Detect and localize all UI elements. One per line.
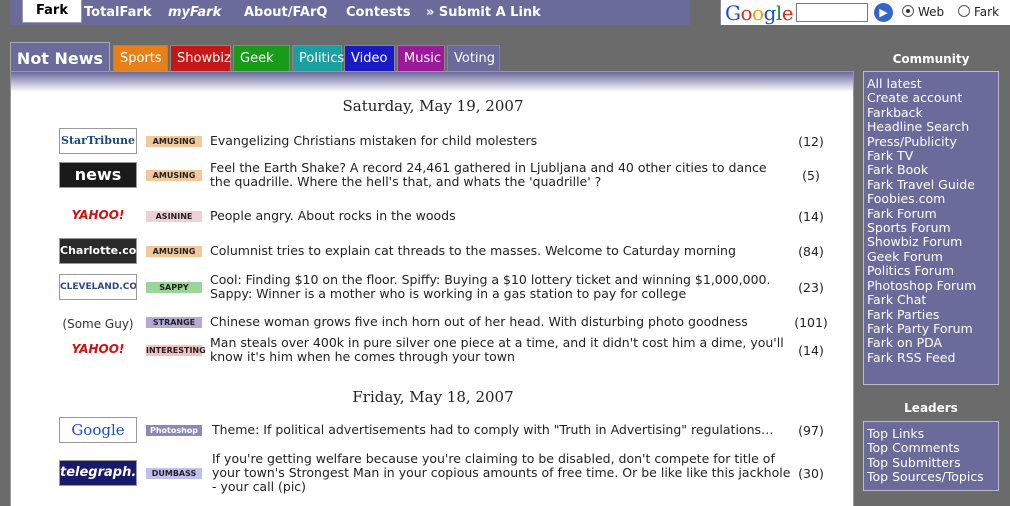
sidebar-link-politics-forum[interactable]: Politics Forum <box>867 263 995 278</box>
sidebar-link-create-account[interactable]: Create account <box>867 90 995 105</box>
date-heading: Friday, May 18, 2007 <box>352 388 514 406</box>
sidebar-link-fark-tv[interactable]: Fark TV <box>867 148 995 163</box>
sidebar-link-foobies-com[interactable]: Foobies.com <box>867 191 995 206</box>
nav-submit-link[interactable]: » Submit A Link <box>426 5 541 20</box>
sidebar-link-headline-search[interactable]: Headline Search <box>867 119 995 134</box>
date-heading: Saturday, May 19, 2007 <box>342 97 524 115</box>
source-logo[interactable]: Charlotte.com <box>59 238 137 264</box>
sidebar-link-fark-rss-feed[interactable]: Fark RSS Feed <box>867 350 995 365</box>
sidebar-link-farkback[interactable]: Farkback <box>867 105 995 120</box>
headline-link[interactable]: Cool: Finding $10 on the floor. Spiffy: … <box>210 273 790 301</box>
source-logo[interactable]: YAHOO! NEWS <box>59 337 137 363</box>
comment-count[interactable]: (12) <box>791 134 831 149</box>
radio-web-label: Web <box>918 5 945 19</box>
sidebar-link-fark-parties[interactable]: Fark Parties <box>867 307 995 322</box>
sidebar-link-sports-forum[interactable]: Sports Forum <box>867 220 995 235</box>
sidebar-link-fark-book[interactable]: Fark Book <box>867 163 995 178</box>
headline-link[interactable]: Chinese woman grows five inch horn out o… <box>210 315 790 329</box>
tag-interesting[interactable]: INTERESTING <box>146 344 206 356</box>
headline-row: news AMUSING Feel the Earth Shake? A recor… <box>11 161 855 189</box>
comment-count[interactable]: (23) <box>791 280 831 295</box>
sidebar-link-fark-party-forum[interactable]: Fark Party Forum <box>867 321 995 336</box>
nav-contests[interactable]: Contests <box>346 5 410 20</box>
sidebar-link-all-latest[interactable]: All latest <box>867 76 995 91</box>
sidebar-link-showbiz-forum[interactable]: Showbiz Forum <box>867 235 995 250</box>
radio-fark-label: Fark <box>974 5 1000 19</box>
headline-link[interactable]: If you're getting welfare because you're… <box>212 452 792 494</box>
headline-row: StarTribune AMUSING Evangelizing Christian… <box>11 128 855 154</box>
comment-count[interactable]: (5) <box>791 168 831 183</box>
sidebar-link-top-links[interactable]: Top Links <box>867 426 995 441</box>
headline-link[interactable]: Theme: If political advertisements had t… <box>212 423 792 437</box>
headline-link[interactable]: Columnist tries to explain cat threads t… <box>210 244 790 258</box>
source-logo[interactable]: (Some Guy) <box>59 312 137 338</box>
comment-count[interactable]: (14) <box>791 343 831 358</box>
comment-count[interactable]: (97) <box>791 423 831 438</box>
tab-showbiz[interactable]: Showbiz <box>170 45 231 72</box>
leaders-title: Leaders <box>904 401 958 415</box>
sidebar-link-photoshop-forum[interactable]: Photoshop Forum <box>867 278 995 293</box>
nav-myfark[interactable]: myFark <box>168 5 221 20</box>
comment-count[interactable]: (14) <box>791 209 831 224</box>
source-logo[interactable]: Google <box>59 417 137 443</box>
headline-link[interactable]: People angry. About rocks in the woods <box>210 209 790 223</box>
headline-row: YAHOO! NEWS ASININE People angry. About ro… <box>11 203 855 229</box>
tag-asinine[interactable]: ASININE <box>146 210 202 222</box>
headline-row: CLEVELAND.COM SAPPY Cool: Finding $10 on t… <box>11 273 855 301</box>
google-search-input[interactable] <box>796 3 868 22</box>
tab-not-news[interactable]: Not News <box>10 42 110 72</box>
sidebar-link-fark-forum[interactable]: Fark Forum <box>867 206 995 221</box>
sidebar-link-geek-forum[interactable]: Geek Forum <box>867 249 995 264</box>
tab-sports[interactable]: Sports <box>113 45 168 72</box>
source-logo[interactable]: YAHOO! NEWS <box>59 203 137 229</box>
radio-web[interactable] <box>902 5 914 17</box>
nav-fark[interactable]: Fark <box>22 0 82 23</box>
headline-link[interactable]: Man steals over 400k in pure silver one … <box>210 336 790 364</box>
tag-sappy[interactable]: SAPPY <box>146 281 202 293</box>
top-nav: Fark TotalFark myFark About/FArQ Contest… <box>10 0 690 25</box>
source-logo[interactable]: news <box>59 162 137 188</box>
sidebar-link-fark-on-pda[interactable]: Fark on PDA <box>867 335 995 350</box>
tag-amusing[interactable]: AMUSING <box>146 169 202 181</box>
nav-about-farq[interactable]: About/FArQ <box>244 5 327 20</box>
headline-link[interactable]: Evangelizing Christians mistaken for chi… <box>210 134 790 148</box>
headline-row: (Some Guy) STRANGE Chinese woman grows fiv… <box>11 312 855 332</box>
sidebar-link-top-sources-topics[interactable]: Top Sources/Topics <box>867 469 995 484</box>
radio-fark[interactable] <box>958 5 970 17</box>
arrow-right-icon[interactable]: ▶ <box>874 3 893 22</box>
google-search-box: Google ▶ Web Fark <box>720 0 1010 25</box>
headline-row: YAHOO! NEWS INTERESTING Man steals over 40… <box>11 336 855 364</box>
tag-photoshop[interactable]: Photoshop <box>146 424 202 436</box>
source-logo[interactable]: StarTribune <box>59 128 137 154</box>
comment-count[interactable]: (101) <box>791 315 831 330</box>
source-logo[interactable]: telegraph.co.uk <box>59 460 137 486</box>
tab-politics[interactable]: Politics <box>292 45 344 72</box>
comment-count[interactable]: (84) <box>791 244 831 259</box>
headline-row: Charlotte.com AMUSING Columnist tries to e… <box>11 238 855 264</box>
tag-strange[interactable]: STRANGE <box>146 316 202 328</box>
headline-row: telegraph.co.uk DUMBASS If you're getting … <box>11 452 855 494</box>
google-logo: Google <box>725 1 794 25</box>
source-logo[interactable]: CLEVELAND.COM <box>59 274 137 300</box>
main-content: Saturday, May 19, 2007 StarTribune AMUSING… <box>10 71 854 506</box>
tag-amusing[interactable]: AMUSING <box>146 135 202 147</box>
sidebar-link-top-submitters[interactable]: Top Submitters <box>867 455 995 470</box>
leaders-links: Top Links Top Comments Top Submitters Top S… <box>863 421 999 491</box>
tab-geek[interactable]: Geek <box>233 45 290 72</box>
tab-voting[interactable]: Voting <box>447 45 500 72</box>
community-links: All latest Create account Farkback Headline… <box>863 71 999 385</box>
nav-totalfark[interactable]: TotalFark <box>84 5 151 20</box>
tag-dumbass[interactable]: DUMBASS <box>146 467 202 479</box>
sidebar-link-fark-chat[interactable]: Fark Chat <box>867 292 995 307</box>
sidebar-link-top-comments[interactable]: Top Comments <box>867 440 995 455</box>
sidebar-link-fark-travel-guide[interactable]: Fark Travel Guide <box>867 177 995 192</box>
comment-count[interactable]: (30) <box>791 466 831 481</box>
sidebar-link-press-publicity[interactable]: Press/Publicity <box>867 134 995 149</box>
community-title: Community <box>892 52 970 66</box>
tab-video[interactable]: Video <box>344 45 395 72</box>
headline-link[interactable]: Feel the Earth Shake? A record 24,461 ga… <box>210 161 790 189</box>
headline-row: Google Photoshop Theme: If political adver… <box>11 417 855 443</box>
tag-amusing[interactable]: AMUSING <box>146 245 202 257</box>
tab-music[interactable]: Music <box>397 45 445 72</box>
